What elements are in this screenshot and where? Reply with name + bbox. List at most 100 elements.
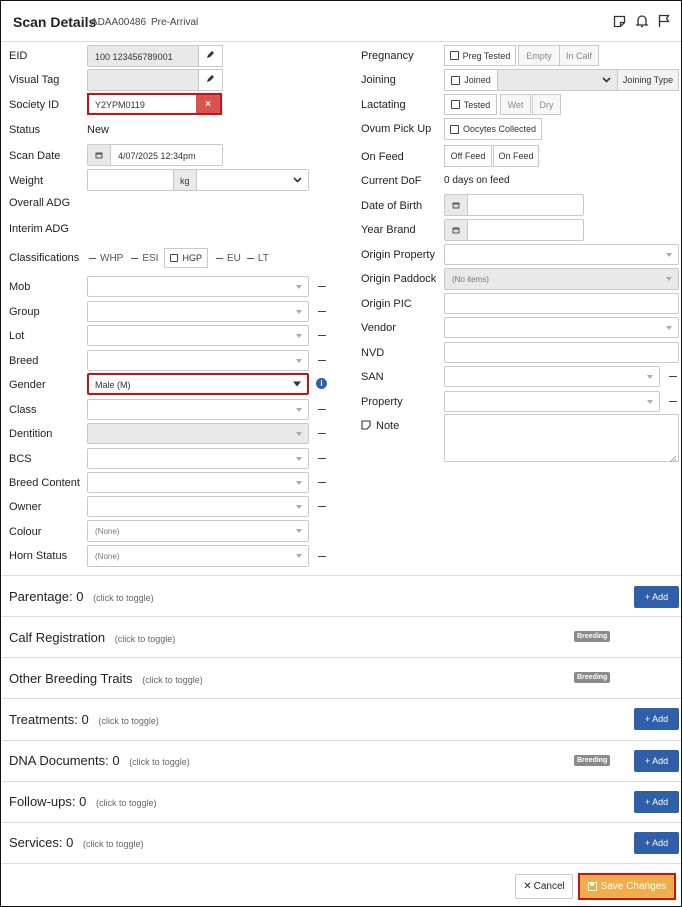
horn-status-clear[interactable]	[318, 556, 326, 557]
vendor-select[interactable]	[444, 317, 679, 338]
calendar-icon[interactable]	[445, 220, 468, 240]
weight-select[interactable]	[196, 169, 309, 191]
lt-toggle[interactable]: LT	[246, 253, 269, 264]
lactating-tested-checkbox[interactable]: Tested	[444, 94, 497, 115]
calendar-icon[interactable]	[445, 195, 468, 215]
dentition-select[interactable]	[87, 423, 309, 444]
add-dna-document-button[interactable]: + Add	[634, 750, 679, 772]
dna-documents-section[interactable]: DNA Documents: 0 (click to toggle)	[9, 753, 190, 768]
note-label: Note	[376, 420, 400, 432]
note-textarea[interactable]	[444, 414, 679, 463]
eu-toggle[interactable]: EU	[215, 253, 241, 264]
mob-clear[interactable]	[318, 286, 326, 287]
horn-status-value: (None)	[95, 552, 120, 561]
eid-field[interactable]: 100 123456789001	[87, 45, 199, 67]
flag-icon[interactable]	[657, 14, 671, 28]
nvd-input[interactable]	[444, 342, 679, 363]
owner-select[interactable]	[87, 496, 309, 517]
origin-property-select[interactable]	[444, 244, 679, 265]
owner-clear[interactable]	[318, 506, 326, 507]
whp-toggle[interactable]: WHP	[89, 253, 123, 264]
breed-content-select[interactable]	[87, 472, 309, 493]
origin-pic-input[interactable]	[444, 293, 679, 314]
note-icon[interactable]	[613, 15, 626, 28]
san-clear[interactable]	[669, 376, 677, 377]
bell-icon[interactable]	[635, 14, 649, 28]
calendar-icon[interactable]	[88, 145, 111, 165]
bcs-clear[interactable]	[318, 458, 326, 459]
clear-society-id-button[interactable]: ×	[196, 95, 220, 113]
parentage-section[interactable]: Parentage: 0 (click to toggle)	[9, 589, 154, 604]
visual-tag-label: Visual Tag	[9, 74, 60, 86]
property-select[interactable]	[444, 391, 660, 412]
scan-id: ADAA00486	[91, 17, 147, 28]
gender-value: Male (M)	[95, 380, 131, 390]
dry-toggle[interactable]: Dry	[532, 94, 561, 115]
section-count: 0	[76, 589, 84, 604]
visual-tag-field[interactable]	[87, 69, 199, 91]
page-title: Scan Details	[13, 14, 97, 30]
lot-select[interactable]	[87, 325, 309, 346]
eid-label: EID	[9, 50, 28, 62]
horn-status-select[interactable]: (None)	[87, 545, 309, 567]
note-small-icon	[361, 420, 371, 430]
dob-field[interactable]	[444, 194, 584, 216]
mob-select[interactable]	[87, 276, 309, 297]
add-service-button[interactable]: + Add	[634, 832, 679, 854]
breed-content-clear[interactable]	[318, 482, 326, 483]
preg-tested-checkbox[interactable]: Preg Tested	[444, 45, 516, 66]
off-feed-toggle[interactable]: Off Feed	[444, 145, 492, 167]
other-breeding-traits-section[interactable]: Other Breeding Traits (click to toggle)	[9, 671, 203, 686]
society-id-input[interactable]: Y2YPM0119	[95, 100, 145, 110]
class-select[interactable]	[87, 399, 309, 420]
bcs-label: BCS	[9, 453, 32, 465]
vendor-label: Vendor	[361, 322, 396, 334]
weight-input[interactable]	[87, 169, 174, 191]
weight-unit: kg	[173, 169, 197, 191]
empty-toggle[interactable]: Empty	[518, 45, 560, 66]
save-changes-button[interactable]: Save Changes	[578, 873, 676, 900]
class-clear[interactable]	[318, 409, 326, 410]
edit-visual-tag-button[interactable]	[198, 69, 223, 91]
add-parentage-button[interactable]: + Add	[634, 586, 679, 608]
add-follow-up-button[interactable]: + Add	[634, 791, 679, 813]
society-id-label: Society ID	[9, 99, 60, 111]
origin-paddock-select[interactable]: (No items)	[444, 268, 679, 290]
san-select[interactable]	[444, 366, 660, 387]
follow-ups-section[interactable]: Follow-ups: 0 (click to toggle)	[9, 794, 156, 809]
breed-clear[interactable]	[318, 360, 326, 361]
nvd-label: NVD	[361, 347, 385, 359]
oocytes-collected-checkbox[interactable]: Oocytes Collected	[444, 118, 542, 140]
add-treatment-button[interactable]: + Add	[634, 708, 679, 730]
joining-select[interactable]	[497, 69, 618, 91]
lot-clear[interactable]	[318, 335, 326, 336]
section-hint: (click to toggle)	[114, 634, 176, 644]
treatments-section[interactable]: Treatments: 0 (click to toggle)	[9, 712, 159, 727]
origin-paddock-value: (No items)	[452, 275, 489, 284]
year-brand-label: Year Brand	[361, 224, 416, 236]
services-section[interactable]: Services: 0 (click to toggle)	[9, 835, 143, 850]
info-icon[interactable]: i	[316, 378, 327, 389]
property-clear[interactable]	[669, 401, 677, 402]
year-brand-field[interactable]	[444, 219, 584, 241]
cancel-button[interactable]: ✕ Cancel	[515, 874, 573, 899]
group-select[interactable]	[87, 301, 309, 322]
gender-select[interactable]: Male (M)	[87, 373, 309, 395]
wet-toggle[interactable]: Wet	[500, 94, 531, 115]
breed-select[interactable]	[87, 350, 309, 371]
on-feed-toggle[interactable]: On Feed	[493, 145, 539, 167]
group-clear[interactable]	[318, 311, 326, 312]
hgp-checkbox[interactable]: HGP	[164, 248, 208, 268]
colour-select[interactable]: (None)	[87, 520, 309, 542]
dentition-clear[interactable]	[318, 433, 326, 434]
in-calf-toggle[interactable]: In Calf	[559, 45, 599, 66]
section-hint: (click to toggle)	[142, 675, 203, 685]
bcs-select[interactable]	[87, 448, 309, 469]
resize-handle-icon[interactable]	[669, 453, 677, 463]
joined-checkbox[interactable]: Joined	[444, 69, 498, 91]
esi-toggle[interactable]: ESI	[131, 253, 158, 264]
scan-date-field[interactable]: 4/07/2025 12:34pm	[87, 144, 223, 166]
calf-registration-section[interactable]: Calf Registration (click to toggle)	[9, 630, 175, 645]
edit-eid-button[interactable]	[198, 45, 223, 67]
header: Scan Details ADAA00486 Pre-Arrival	[1, 1, 681, 42]
